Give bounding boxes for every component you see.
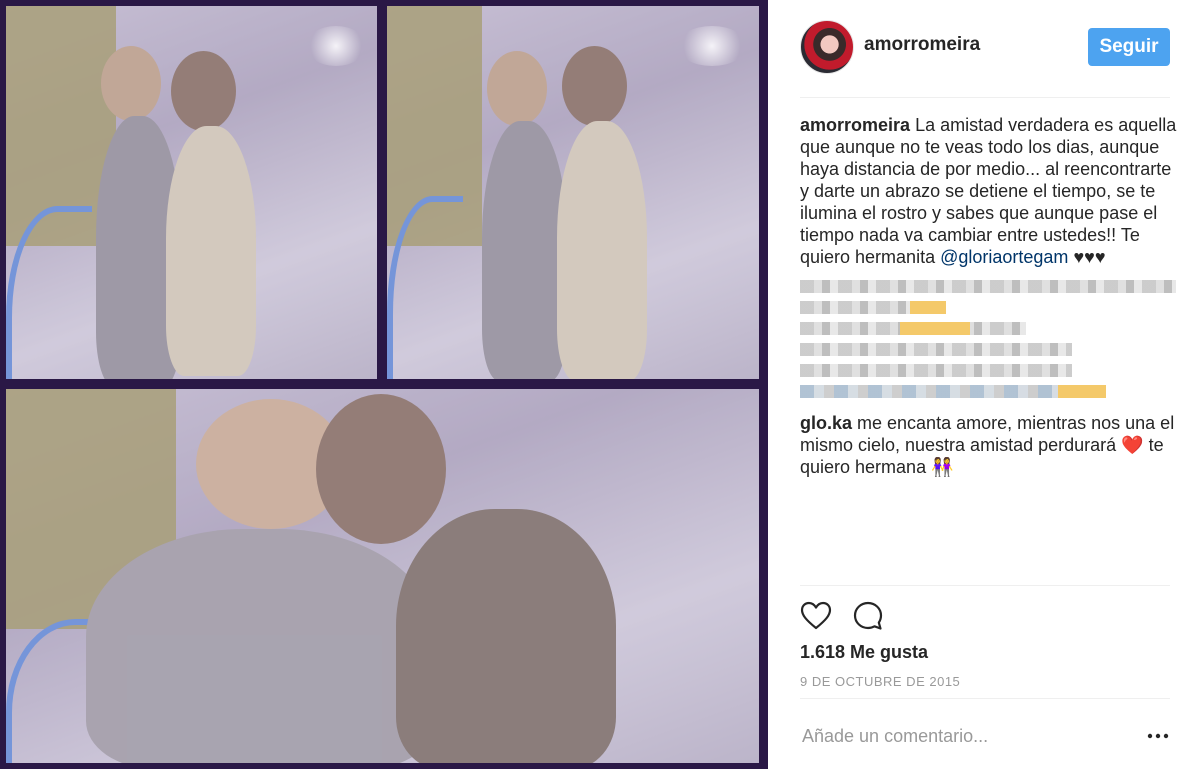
post-username[interactable]: amorromeira (864, 34, 980, 56)
caption-text: La amistad verdadera es aquella que aunq… (800, 115, 1177, 267)
caption: amorromeira La amistad verdadera es aque… (800, 114, 1178, 268)
add-comment-input[interactable] (800, 722, 1134, 750)
follow-button[interactable]: Seguir (1088, 28, 1170, 66)
heart-emoji: ❤️ (1121, 435, 1144, 455)
post-side-panel: amorromeira Seguir amorromeira La amista… (768, 0, 1200, 769)
caption-mention[interactable]: @gloriaortegam (940, 247, 1068, 267)
caption-hearts: ♥♥♥ (1073, 247, 1106, 267)
comments-section: amorromeira La amistad verdadera es aque… (800, 114, 1178, 478)
sisters-emoji: 👭 (931, 457, 954, 477)
caption-username[interactable]: amorromeira (800, 115, 910, 135)
comment-text: me encanta amore, mientras nos una el mi… (800, 413, 1175, 455)
blurred-comments (800, 280, 1178, 398)
comment-item: glo.ka me encanta amore, mientras nos un… (800, 412, 1178, 478)
comment-username[interactable]: glo.ka (800, 413, 852, 433)
comment-icon[interactable] (852, 600, 884, 632)
actions-divider (800, 585, 1170, 586)
collage-photo-bottom (6, 389, 759, 763)
more-options-icon[interactable] (1146, 724, 1170, 748)
heart-icon[interactable] (800, 600, 832, 632)
collage-photo-top-left (6, 6, 377, 379)
likes-count[interactable]: 1.618 Me gusta (800, 642, 928, 663)
collage-photo-top-right (387, 6, 759, 379)
photo-collage[interactable] (0, 0, 768, 769)
header-divider (800, 97, 1170, 98)
post-header: amorromeira Seguir (800, 20, 1170, 76)
comment-divider (800, 698, 1170, 699)
avatar[interactable] (800, 20, 854, 74)
post-date: 9 DE OCTUBRE DE 2015 (800, 674, 961, 689)
